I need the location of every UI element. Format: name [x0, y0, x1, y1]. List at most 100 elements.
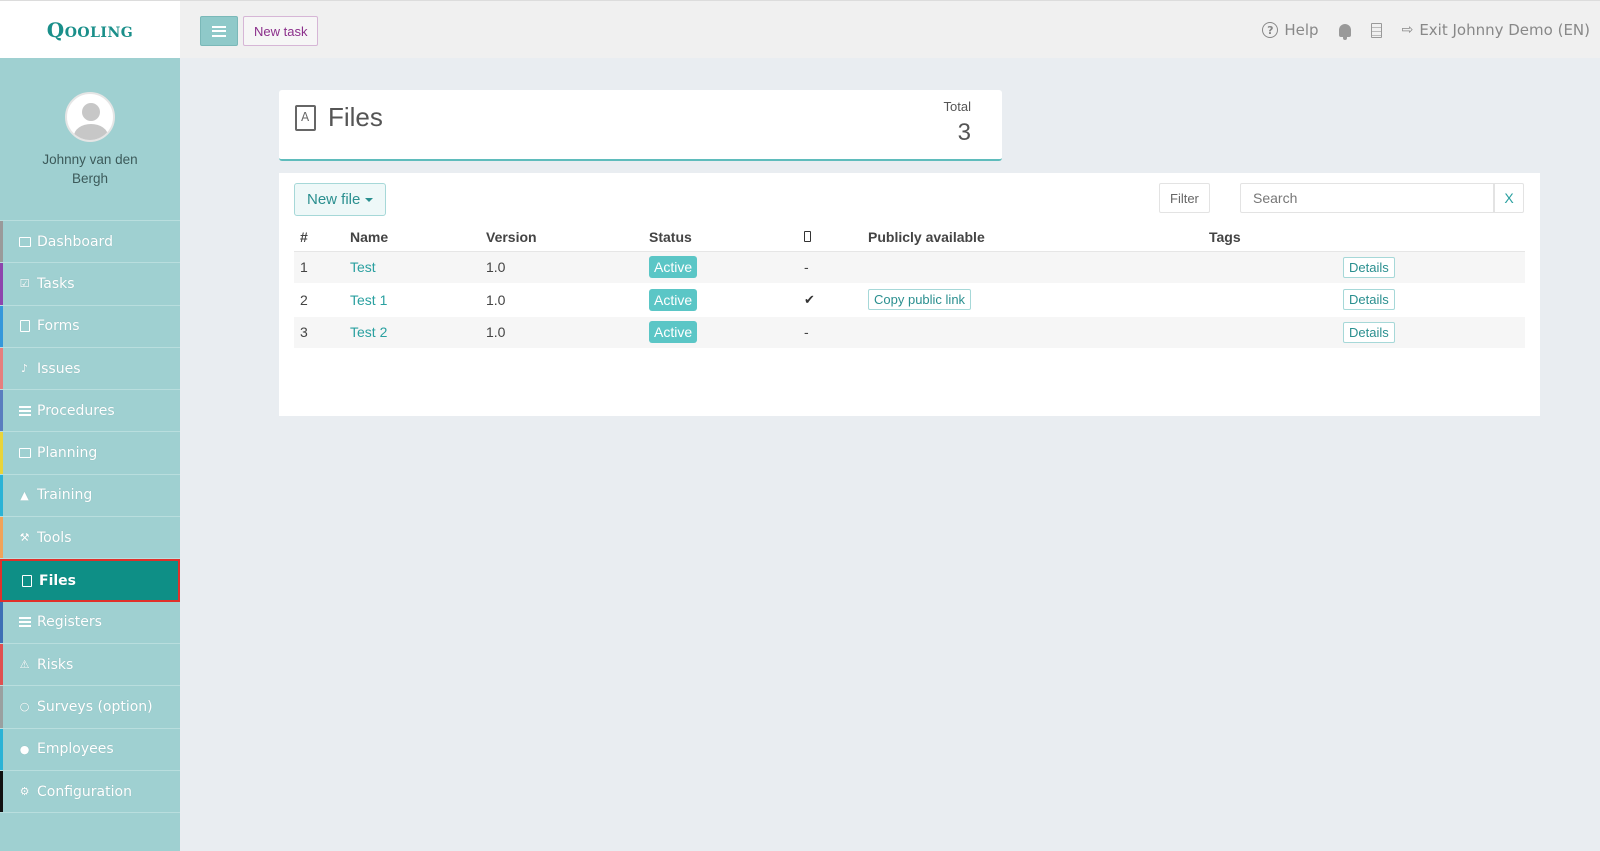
filter-button[interactable]: Filter [1159, 183, 1210, 213]
avatar-body [74, 124, 108, 140]
item-color-stripe [0, 770, 3, 813]
user-profile: Johnny van den Bergh [0, 58, 180, 221]
cell-public [862, 316, 1203, 349]
sidebar-item-issues[interactable]: ♪ Issues [0, 347, 180, 391]
sidebar-item-label: Dashboard [37, 233, 113, 250]
sidebar-item-label: Procedures [37, 402, 115, 419]
sidebar-item-tasks[interactable]: ☑ Tasks [0, 263, 180, 306]
sidebar-item-planning[interactable]: Planning [0, 432, 180, 475]
copy-public-link-button[interactable]: Copy public link [868, 289, 972, 311]
status-badge: Active [649, 256, 698, 279]
sidebar-item-registers[interactable]: Registers [0, 601, 180, 644]
cell-version: 1.0 [480, 316, 643, 349]
calendar-icon [18, 447, 31, 460]
sidebar-item-dashboard[interactable]: Dashboard [0, 221, 180, 264]
cell-name: Test [344, 251, 480, 284]
item-color-stripe [0, 221, 3, 263]
file-name-link[interactable]: Test 2 [350, 324, 387, 340]
cell-public [862, 251, 1203, 284]
cell-tags [1203, 283, 1337, 317]
cell-status: Active [643, 251, 798, 284]
column-header-tags[interactable]: Tags [1203, 223, 1337, 252]
item-color-stripe [0, 601, 3, 643]
clear-search-button[interactable]: X [1494, 183, 1524, 213]
cell-public: Copy public link [862, 283, 1203, 317]
document-icon [18, 320, 31, 333]
sidebar-item-training[interactable]: ▲ Training [0, 474, 180, 518]
item-color-stripe [0, 432, 3, 474]
bell-icon [1338, 23, 1351, 40]
files-panel: New file Filter X # Name Version Status … [279, 173, 1540, 416]
cell-status: Active [643, 283, 798, 317]
item-color-stripe [0, 474, 3, 517]
sidebar-item-label: Issues [37, 360, 81, 377]
sidebar-item-files[interactable]: Files [0, 559, 180, 602]
avatar[interactable] [65, 92, 115, 142]
column-header-number[interactable]: # [294, 223, 344, 252]
sidebar-item-forms[interactable]: Forms [0, 305, 180, 348]
logo-area[interactable]: Qooling [0, 1, 180, 59]
warning-icon: ⚠ [19, 658, 30, 672]
cell-tags [1203, 251, 1337, 284]
column-header-actions [1337, 223, 1525, 252]
column-header-version[interactable]: Version [480, 223, 643, 252]
details-button[interactable]: Details [1343, 289, 1395, 311]
page-title-text: Files [328, 102, 383, 132]
sidebar-item-risks[interactable]: ⚠ Risks [0, 643, 180, 687]
user-name: Johnny van den Bergh [42, 152, 138, 186]
menu-toggle-button[interactable] [200, 16, 238, 46]
details-button[interactable]: Details [1343, 321, 1395, 343]
file-name-link[interactable]: Test 1 [350, 292, 387, 308]
lines-icon [18, 616, 31, 629]
sidebar-item-surveys[interactable]: ○ Surveys (option) [0, 686, 180, 729]
sidebar-item-label: Employees [37, 741, 114, 758]
column-header-mobile[interactable] [798, 223, 862, 252]
search-input[interactable] [1240, 183, 1494, 213]
notifications-button[interactable] [1338, 23, 1351, 40]
bell-icon: ♪ [20, 362, 29, 376]
status-badge: Active [649, 321, 698, 344]
files-table: # Name Version Status Publicly available… [294, 223, 1525, 349]
cell-actions: Details [1337, 283, 1525, 317]
sidebar-item-employees[interactable]: ● Employees [0, 728, 180, 771]
item-color-stripe [0, 686, 3, 728]
cell-number: 2 [294, 283, 344, 317]
table-row: 1 Test 1.0 Active - Details [294, 251, 1525, 284]
sidebar-item-configuration[interactable]: ⚙ Configuration [0, 770, 180, 814]
users-icon: ● [19, 742, 30, 756]
column-header-public[interactable]: Publicly available [862, 223, 1203, 252]
sidebar-item-label: Configuration [37, 783, 132, 800]
sidebar-item-label: Registers [37, 614, 102, 631]
cell-number: 3 [294, 316, 344, 349]
sidebar-item-label: Risks [37, 656, 74, 673]
cell-version: 1.0 [480, 251, 643, 284]
sidebar-item-label: Tools [37, 529, 72, 546]
top-right-menu: ? Help ⇨ Exit Johnny Demo (EN) [1262, 1, 1590, 59]
sidebar-item-tools[interactable]: ⚒ Tools [0, 517, 180, 560]
new-task-button[interactable]: New task [243, 16, 319, 46]
cell-actions: Details [1337, 251, 1525, 284]
details-button[interactable]: Details [1343, 256, 1395, 278]
app-logo[interactable]: Qooling [47, 18, 133, 42]
help-link[interactable]: ? Help [1262, 21, 1319, 39]
column-header-status[interactable]: Status [643, 223, 798, 252]
file-name-link[interactable]: Test [350, 259, 376, 275]
list-icon [18, 404, 31, 417]
sidebar-item-label: Planning [37, 445, 98, 462]
sidebar: Johnny van den Bergh Dashboard ☑ Tasks F… [0, 58, 180, 851]
sidebar-item-procedures[interactable]: Procedures [0, 390, 180, 433]
comment-icon: ○ [19, 700, 30, 714]
exit-link[interactable]: ⇨ Exit Johnny Demo (EN) [1402, 21, 1590, 39]
new-file-label: New file [307, 191, 361, 208]
hamburger-icon [212, 25, 226, 37]
organization-button[interactable] [1370, 22, 1382, 38]
total-count: 3 [957, 119, 971, 146]
sidebar-item-label: Forms [37, 318, 80, 335]
total-label: Total [943, 99, 971, 114]
sidebar-item-label: Files [39, 572, 76, 589]
column-header-name[interactable]: Name [344, 223, 480, 252]
cell-name: Test 1 [344, 283, 480, 317]
item-color-stripe [0, 305, 3, 347]
new-file-button[interactable]: New file [294, 183, 387, 216]
table-header-row: # Name Version Status Publicly available… [294, 223, 1525, 252]
